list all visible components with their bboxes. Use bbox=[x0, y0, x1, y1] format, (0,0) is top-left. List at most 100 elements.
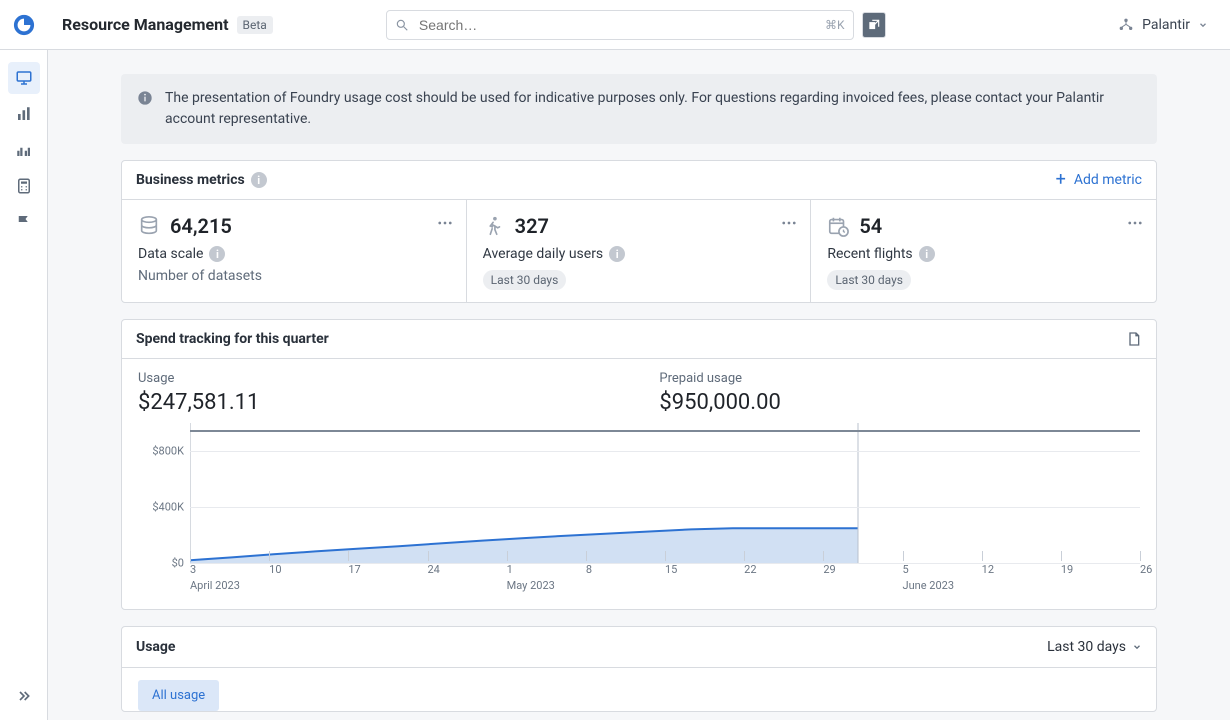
prepaid-stat: Prepaid usage $950,000.00 bbox=[659, 371, 780, 415]
info-icon[interactable]: i bbox=[609, 246, 625, 262]
prepaid-stat-value: $950,000.00 bbox=[659, 390, 780, 415]
chevrons-right-icon bbox=[16, 688, 32, 704]
open-external-button[interactable] bbox=[862, 12, 886, 38]
database-icon bbox=[138, 215, 160, 237]
prepaid-line bbox=[190, 430, 1140, 432]
metric-value: 54 bbox=[859, 214, 882, 238]
pie-logo-icon bbox=[13, 14, 35, 36]
x-tick-label: 8 bbox=[586, 563, 592, 593]
ellipsis-icon bbox=[780, 214, 798, 232]
grouped-bar-icon bbox=[15, 141, 33, 159]
x-tick-label: 17 bbox=[348, 563, 360, 593]
metric-chip: Last 30 days bbox=[827, 270, 911, 290]
beta-badge: Beta bbox=[237, 16, 273, 34]
metric-card: 64,215 Data scale i Number of datasets bbox=[122, 200, 467, 302]
info-callout: The presentation of Foundry usage cost s… bbox=[121, 74, 1157, 144]
ellipsis-icon bbox=[436, 214, 454, 232]
y-gridline bbox=[190, 507, 1140, 508]
usage-stat-label: Usage bbox=[138, 371, 259, 386]
walking-icon bbox=[483, 215, 505, 237]
x-tick-label: 19 bbox=[1061, 563, 1073, 593]
x-tick-label: 15 bbox=[665, 563, 677, 593]
open-external-icon bbox=[867, 18, 881, 32]
usage-stat: Usage $247,581.11 bbox=[138, 371, 259, 415]
chevron-down-icon bbox=[1198, 20, 1208, 30]
usage-panel: Usage Last 30 days All usage bbox=[121, 626, 1157, 712]
org-icon bbox=[1118, 17, 1134, 33]
y-tick-label: $0 bbox=[172, 557, 184, 570]
search-shortcut: ⌘K bbox=[825, 18, 845, 32]
x-tick-label: 1May 2023 bbox=[507, 563, 555, 593]
x-tick-label: 22 bbox=[744, 563, 756, 593]
search-box[interactable]: ⌘K bbox=[386, 10, 854, 40]
metric-name: Data scale bbox=[138, 246, 203, 262]
ellipsis-icon bbox=[1126, 214, 1144, 232]
x-tick-label: 26 bbox=[1140, 563, 1152, 593]
y-tick-label: $800K bbox=[152, 445, 184, 458]
sidebar-item-analytics[interactable] bbox=[8, 98, 40, 130]
metric-sub: Number of datasets bbox=[138, 268, 450, 284]
bar-chart-icon bbox=[15, 105, 33, 123]
document-icon bbox=[1126, 330, 1142, 348]
plus-icon: + bbox=[1056, 171, 1066, 189]
chevron-down-icon bbox=[1132, 642, 1142, 652]
document-button[interactable] bbox=[1126, 330, 1142, 348]
usage-stat-value: $247,581.11 bbox=[138, 390, 259, 415]
business-metrics-panel: Business metrics i + Add metric 64,215Da… bbox=[121, 160, 1157, 303]
y-gridline bbox=[190, 563, 1140, 564]
y-tick-label: $400K bbox=[152, 501, 184, 514]
metric-menu-button[interactable] bbox=[1126, 214, 1144, 232]
metric-value: 327 bbox=[515, 214, 549, 238]
search-container: ⌘K bbox=[386, 10, 886, 40]
x-tick-label: 24 bbox=[428, 563, 440, 593]
x-tick-label: 29 bbox=[823, 563, 835, 593]
app-logo bbox=[0, 0, 48, 50]
callout-text: The presentation of Foundry usage cost s… bbox=[165, 88, 1141, 130]
usage-tab-all[interactable]: All usage bbox=[138, 680, 219, 711]
page-title: Resource Management bbox=[62, 15, 229, 34]
info-icon[interactable]: i bbox=[919, 246, 935, 262]
account-picker[interactable]: Palantir bbox=[1112, 13, 1214, 37]
spend-tracking-panel: Spend tracking for this quarter Usage $2… bbox=[121, 319, 1157, 610]
usage-range-select[interactable]: Last 30 days bbox=[1047, 639, 1142, 655]
metric-name: Recent flights bbox=[827, 246, 912, 262]
calendar-clock-icon bbox=[827, 215, 849, 237]
calculator-icon bbox=[15, 177, 33, 195]
add-metric-label: Add metric bbox=[1074, 172, 1142, 188]
y-gridline bbox=[190, 451, 1140, 452]
sidebar-item-overview[interactable] bbox=[8, 62, 40, 94]
sidebar-item-allocations[interactable] bbox=[8, 134, 40, 166]
spend-chart: $0 $400K $800K 3April 2023 10 17 24 1May 2023 8… bbox=[138, 423, 1140, 593]
x-tick-label: 12 bbox=[982, 563, 994, 593]
info-icon bbox=[137, 90, 153, 106]
monitor-icon bbox=[15, 69, 33, 87]
metric-card: 54 Recent flights i Last 30 days bbox=[811, 200, 1156, 302]
metric-menu-button[interactable] bbox=[780, 214, 798, 232]
sidebar-item-calculator[interactable] bbox=[8, 170, 40, 202]
sidebar-expand-button[interactable] bbox=[8, 680, 40, 712]
account-name: Palantir bbox=[1142, 17, 1190, 33]
info-icon[interactable]: i bbox=[209, 246, 225, 262]
usage-panel-title: Usage bbox=[136, 639, 175, 655]
flag-icon bbox=[15, 213, 33, 231]
main-scroll[interactable]: The presentation of Foundry usage cost s… bbox=[48, 50, 1230, 720]
search-input[interactable] bbox=[417, 16, 817, 34]
sidebar-item-flags[interactable] bbox=[8, 206, 40, 238]
metric-card: 327 Average daily users i Last 30 days bbox=[467, 200, 812, 302]
metric-menu-button[interactable] bbox=[436, 214, 454, 232]
usage-range-label: Last 30 days bbox=[1047, 639, 1126, 655]
usage-area bbox=[190, 528, 858, 563]
search-icon bbox=[395, 18, 409, 32]
left-rail bbox=[0, 50, 48, 720]
x-tick-label: 3April 2023 bbox=[190, 563, 240, 593]
spend-title: Spend tracking for this quarter bbox=[136, 331, 329, 347]
metric-value: 64,215 bbox=[170, 214, 232, 238]
add-metric-button[interactable]: + Add metric bbox=[1056, 171, 1142, 189]
x-tick-label: 5June 2023 bbox=[903, 563, 955, 593]
prepaid-stat-label: Prepaid usage bbox=[659, 371, 780, 386]
info-icon[interactable]: i bbox=[251, 172, 267, 188]
x-tick-label: 10 bbox=[269, 563, 281, 593]
metric-name: Average daily users bbox=[483, 246, 604, 262]
top-bar: Resource Management Beta ⌘K Palantir bbox=[0, 0, 1230, 50]
metric-chip: Last 30 days bbox=[483, 270, 567, 290]
